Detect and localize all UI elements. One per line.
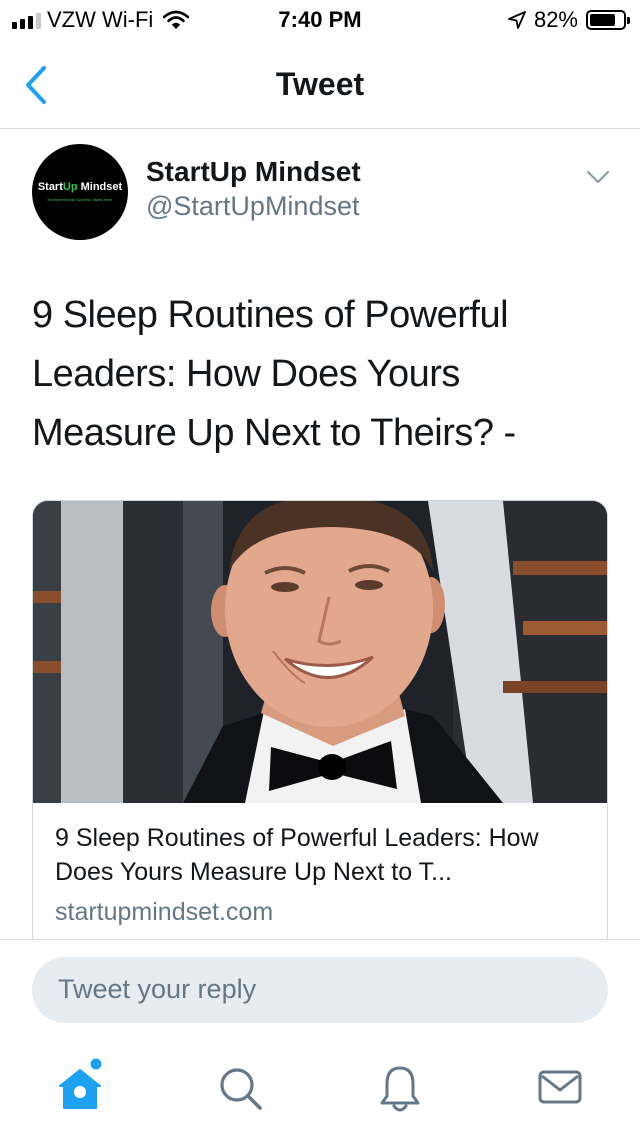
reply-placeholder: Tweet your reply bbox=[58, 974, 257, 1004]
card-image bbox=[33, 501, 607, 803]
notification-dot bbox=[90, 1058, 102, 1070]
page-title: Tweet bbox=[275, 66, 365, 102]
avatar-tagline: Entrepreneurial Success Starts Here bbox=[47, 197, 113, 202]
bell-icon bbox=[380, 1066, 420, 1112]
tab-search[interactable] bbox=[210, 1058, 270, 1118]
tab-messages[interactable] bbox=[530, 1058, 590, 1118]
tab-notifications[interactable] bbox=[370, 1058, 430, 1118]
card-title: 9 Sleep Routines of Powerful Leaders: Ho… bbox=[55, 824, 539, 886]
avatar-logo-text: StartUp Mindset bbox=[37, 181, 123, 193]
tweet-text: 9 Sleep Routines of Powerful Leaders: Ho… bbox=[32, 294, 516, 454]
location-arrow-icon bbox=[508, 11, 526, 29]
search-icon bbox=[220, 1068, 262, 1110]
link-card[interactable]: 9 Sleep Routines of Powerful Leaders: Ho… bbox=[32, 500, 608, 960]
battery-percent: 82% bbox=[533, 7, 578, 32]
author-handle[interactable]: @StartUpMindset bbox=[146, 191, 359, 222]
home-icon bbox=[59, 1058, 102, 1109]
nav-bar: Tweet bbox=[0, 40, 640, 129]
status-bar: VZW Wi-Fi 7:40 PM 82% bbox=[0, 0, 640, 40]
battery-icon bbox=[586, 10, 630, 30]
reply-input[interactable]: Tweet your reply bbox=[32, 957, 608, 1023]
chevron-down-icon[interactable] bbox=[586, 170, 610, 184]
avatar[interactable]: StartUp Mindset Entrepreneurial Success … bbox=[32, 144, 128, 240]
mail-icon bbox=[538, 1070, 582, 1104]
author-name[interactable]: StartUp Mindset bbox=[146, 156, 361, 188]
card-domain: startupmindset.com bbox=[55, 898, 274, 926]
tab-home[interactable] bbox=[50, 1058, 110, 1118]
